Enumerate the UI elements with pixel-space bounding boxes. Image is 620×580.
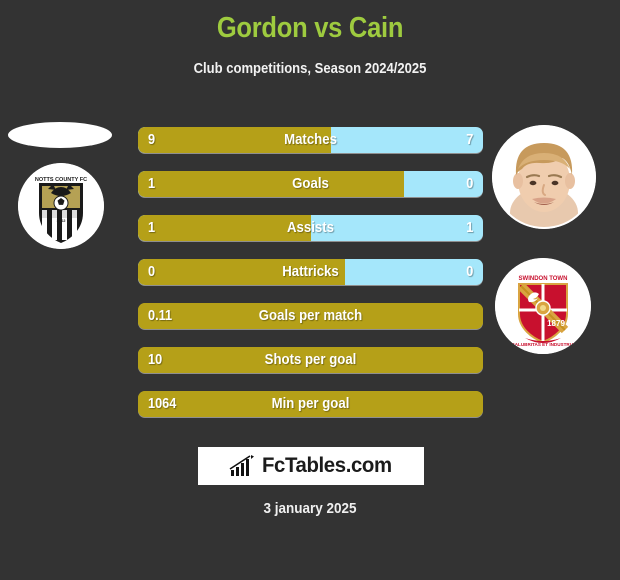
comparison-infographic: Gordon vs Cain Club competitions, Season…	[0, 0, 620, 580]
stat-row: 9 7 Matches	[138, 127, 483, 153]
bar-chart-arrow-icon	[229, 455, 254, 476]
stat-bar	[138, 259, 483, 285]
away-player-photo	[492, 125, 596, 229]
generated-date: 3 january 2025	[263, 500, 357, 517]
stat-home-value: 1064	[148, 395, 177, 412]
svg-text:NOTTS COUNTY FC: NOTTS COUNTY FC	[35, 177, 87, 183]
stat-row: 1 1 Assists	[138, 215, 483, 241]
stat-bar-home-fill	[138, 347, 483, 373]
stat-row: 0.11 Goals per match	[138, 303, 483, 329]
page-title: Gordon vs Cain	[216, 12, 404, 44]
stat-bar	[138, 215, 483, 241]
stat-bar	[138, 171, 483, 197]
stat-bar-home-fill	[138, 391, 483, 417]
stat-away-value: 7	[465, 131, 473, 148]
home-club-crest: NOTTS COUNTY FC 1862	[18, 163, 104, 249]
home-player-photo	[8, 122, 112, 148]
stat-home-value: 0	[148, 263, 156, 280]
svg-text:SWINDON TOWN: SWINDON TOWN	[519, 276, 568, 282]
fctables-logo-text: FcTables.com	[261, 454, 392, 477]
fctables-logo[interactable]: FcTables.com	[198, 447, 424, 485]
stat-home-value: 0.11	[148, 307, 173, 324]
stat-row: 0 0 Hattricks	[138, 259, 483, 285]
stat-bar-home-fill	[138, 303, 483, 329]
svg-text:SALUBRITAS ET INDUSTRIA: SALUBRITAS ET INDUSTRIA	[512, 342, 575, 347]
stat-row: 1 0 Goals	[138, 171, 483, 197]
stat-home-value: 9	[148, 131, 156, 148]
stat-away-value: 0	[465, 263, 473, 280]
svg-text:1879: 1879	[547, 319, 565, 328]
stat-bar	[138, 127, 483, 153]
stat-home-value: 10	[148, 351, 163, 368]
stat-away-value: 0	[465, 175, 473, 192]
stat-bar	[138, 303, 483, 329]
stat-bar-home-fill	[138, 127, 332, 153]
notts-county-crest-icon: NOTTS COUNTY FC 1862	[18, 163, 104, 249]
stat-bar-home-fill	[138, 215, 311, 241]
stats-list: 9 7 Matches 1 0 Goals 1 1 Assists 0 0 Hattricks 0.11…	[138, 127, 483, 435]
stat-bar	[138, 391, 483, 417]
stat-bar	[138, 347, 483, 373]
stat-row: 1064 Min per goal	[138, 391, 483, 417]
stat-away-value: 1	[465, 219, 473, 236]
player-portrait-icon	[492, 125, 596, 229]
stat-bar-home-fill	[138, 259, 345, 285]
away-club-crest: 1879 SWINDON TOWN SALUBRITAS ET INDUSTRI…	[495, 258, 591, 354]
stat-home-value: 1	[148, 219, 156, 236]
swindon-town-crest-icon: 1879 SWINDON TOWN SALUBRITAS ET INDUSTRI…	[495, 258, 591, 354]
page-subtitle: Club competitions, Season 2024/2025	[193, 61, 427, 77]
stat-bar-home-fill	[138, 171, 404, 197]
stat-home-value: 1	[148, 175, 156, 192]
stat-row: 10 Shots per goal	[138, 347, 483, 373]
svg-text:1862: 1862	[57, 218, 67, 223]
